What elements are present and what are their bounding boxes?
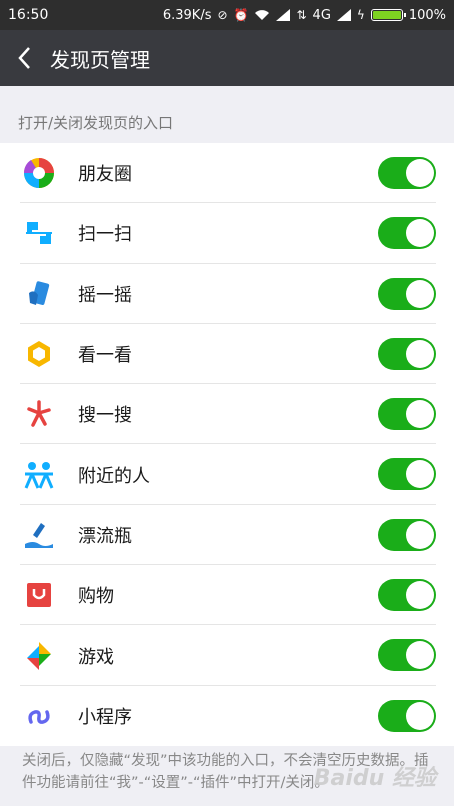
toggle-moments[interactable] <box>378 157 436 189</box>
list-item-shake: 摇一摇 <box>0 264 454 324</box>
item-label: 漂流瓶 <box>78 525 132 547</box>
toggle-mini-programs[interactable] <box>378 699 436 732</box>
toggle-scan[interactable] <box>378 217 436 250</box>
toggle-shopping[interactable] <box>378 579 436 612</box>
watermark-logo: Baidu 经验 <box>313 766 436 791</box>
list-item-moments: 朋友圈 <box>0 143 454 204</box>
item-label: 小程序 <box>78 706 132 728</box>
back-button[interactable] <box>0 30 48 86</box>
status-bar: 16:50 6.39K/s ⊘ ⏰ ⇅ 4G ϟ 100% <box>0 0 454 30</box>
nav-bar: 发现页管理 <box>0 30 454 86</box>
wifi-icon <box>255 10 270 20</box>
item-label: 搜一搜 <box>78 405 132 427</box>
item-label: 附近的人 <box>78 465 150 487</box>
drift-bottle-icon <box>22 518 56 552</box>
games-icon <box>22 639 56 673</box>
alarm-icon: ⏰ <box>233 8 249 22</box>
toggle-shake[interactable] <box>378 277 436 310</box>
charging-icon: ϟ <box>356 8 365 22</box>
list-item-games: 游戏 <box>0 625 454 686</box>
list-item-shopping: 购物 <box>0 565 454 626</box>
battery-percent: 100% <box>408 7 446 23</box>
item-label: 摇一摇 <box>78 284 132 306</box>
shake-icon <box>22 277 56 311</box>
toggle-top-stories[interactable] <box>378 337 436 370</box>
search-icon <box>22 397 56 431</box>
mini-programs-icon <box>22 699 56 733</box>
no-disturb-icon: ⊘ <box>217 8 228 22</box>
list-item-mini-programs: 小程序 <box>0 686 454 746</box>
list-item-scan: 扫一扫 <box>0 203 454 264</box>
signal-icon-2 <box>336 9 351 21</box>
item-label: 看一看 <box>78 345 132 367</box>
status-time: 16:50 <box>8 7 49 23</box>
battery-icon <box>370 9 406 21</box>
people-nearby-icon <box>22 458 56 492</box>
moments-icon <box>22 156 56 190</box>
list-item-drift-bottle: 漂流瓶 <box>0 505 454 566</box>
list-item-people-nearby: 附近的人 <box>0 444 454 505</box>
list-item-search: 搜一搜 <box>0 384 454 445</box>
item-label: 朋友圈 <box>78 164 132 186</box>
signal-icon <box>276 9 291 21</box>
toggle-search[interactable] <box>378 398 436 431</box>
chevron-left-icon <box>18 47 30 69</box>
network-type: 4G <box>312 7 331 23</box>
section-header-text: 打开/关闭发现页的入口 <box>18 113 174 132</box>
shopping-icon <box>22 578 56 612</box>
entry-list: 朋友圈 扫一扫 摇一摇 看一看 搜一搜 附近的人 漂流瓶 购物 游戏 小程序 <box>0 143 454 746</box>
toggle-people-nearby[interactable] <box>378 458 436 491</box>
section-header: 打开/关闭发现页的入口 <box>0 104 454 140</box>
data-arrows-icon: ⇅ <box>296 8 307 22</box>
item-label: 购物 <box>78 586 114 608</box>
item-label: 扫一扫 <box>78 224 132 246</box>
item-label: 游戏 <box>78 646 114 668</box>
network-speed: 6.39K/s <box>162 7 212 23</box>
top-stories-icon <box>22 337 56 371</box>
list-item-top-stories: 看一看 <box>0 324 454 385</box>
status-icons: 6.39K/s ⊘ ⏰ ⇅ 4G ϟ 100% <box>163 8 446 23</box>
toggle-games[interactable] <box>378 639 436 672</box>
toggle-drift-bottle[interactable] <box>378 518 436 551</box>
page-title: 发现页管理 <box>50 47 150 72</box>
scan-icon <box>22 216 56 250</box>
